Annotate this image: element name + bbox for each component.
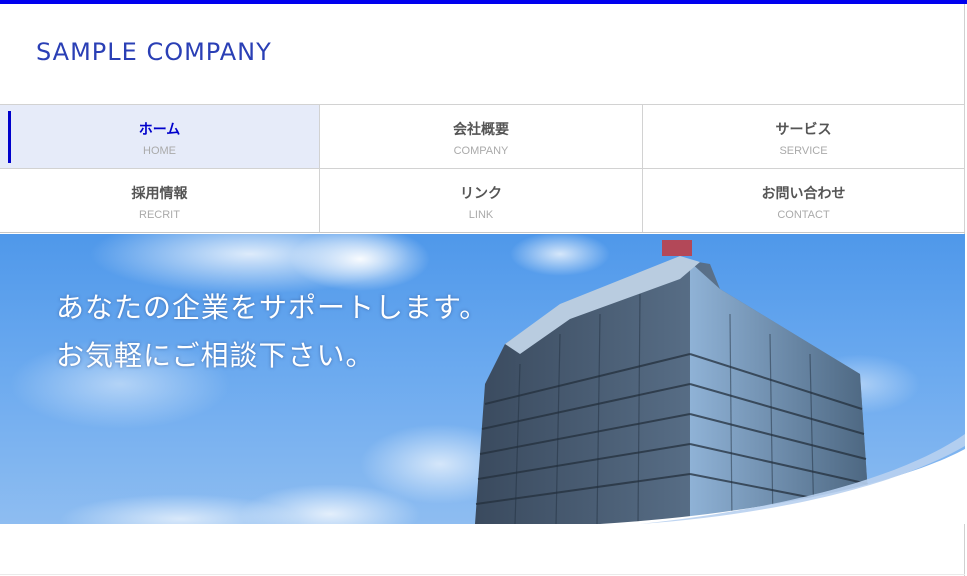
hero-banner: あなたの企業をサポートします。 お気軽にご相談下さい。 [0,234,965,524]
nav-item-sublabel: HOME [143,145,176,157]
content-divider [0,574,965,575]
nav-item-sublabel: LINK [468,209,494,221]
nav-item-link[interactable]: リンク LINK [320,168,643,232]
hero-line-2: お気軽にご相談下さい。 [56,339,375,372]
nav-item-recruit[interactable]: 採用情報 RECRIT [0,168,320,232]
nav-divider [0,232,965,233]
hero-copy: あなたの企業をサポートします。 お気軽にご相談下さい。 [56,284,488,380]
nav-item-home[interactable]: ホーム HOME [0,104,320,168]
nav-item-label: サービス [775,122,832,138]
nav-item-sublabel: CONTACT [777,209,830,221]
nav-item-company[interactable]: 会社概要 COMPANY [320,104,643,168]
nav-item-label: お問い合わせ [761,186,846,202]
nav-item-sublabel: COMPANY [453,145,509,157]
site-logo[interactable]: SAMPLE COMPANY [36,38,272,66]
nav-item-label: ホーム [138,122,181,138]
nav-item-label: 採用情報 [131,186,188,202]
nav-item-sublabel: RECRIT [139,209,180,221]
nav-item-label: リンク [460,186,502,202]
hero-line-1: あなたの企業をサポートします。 [56,291,489,324]
active-indicator [8,111,11,163]
nav-item-sublabel: SERVICE [779,145,828,157]
office-building [475,240,870,524]
nav-item-service[interactable]: サービス SERVICE [643,104,965,168]
top-accent-bar [0,0,967,4]
nav-item-contact[interactable]: お問い合わせ CONTACT [643,168,965,232]
global-nav: ホーム HOME 会社概要 COMPANY サービス SERVICE 採用情報 … [0,104,965,233]
nav-item-label: 会社概要 [453,122,509,138]
